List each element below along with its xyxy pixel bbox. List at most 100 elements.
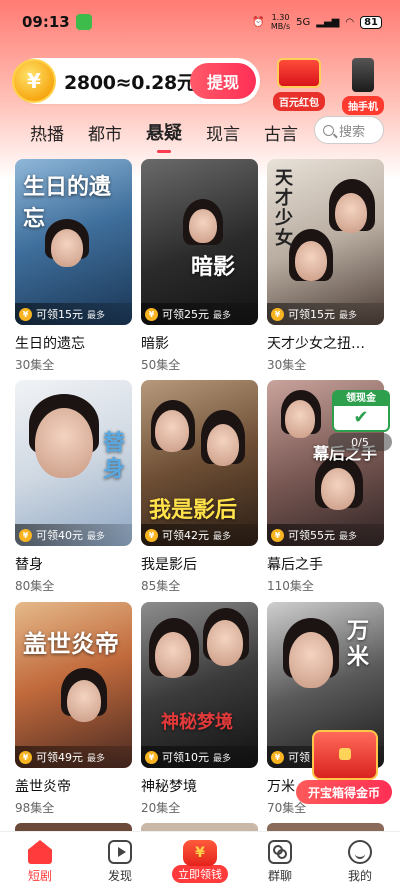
drama-card[interactable]: 替身 ¥ 可领40元 最多 替身 80集全 [15,380,132,594]
battery-indicator: 81 [360,15,382,29]
nav-short-drama[interactable]: 短剧 [0,832,80,889]
drama-title: 生日的遗忘 [15,336,85,352]
app-notification-icon [75,14,92,30]
drama-card[interactable]: 我是影后 ¥ 可领42元 最多 我是影后 85集全 [141,380,258,594]
drama-poster[interactable]: 替身 ¥ 可领40元 最多 [15,380,132,546]
poster-title: 生日的遗忘 [23,174,112,232]
home-icon [28,840,52,864]
drama-episodes: 98集全 [15,801,55,815]
coin-icon: ¥ [145,750,158,764]
poster-title: 盖世炎帝 [23,629,119,658]
drama-poster[interactable]: 暗影 ¥ 可领25元 最多 [141,159,258,325]
poster-title: 我是影后 [149,497,238,523]
coin-icon: ¥ [19,528,32,542]
poster-title: 替身 [103,430,126,482]
nav-label: 发现 [107,869,132,883]
nav-group-chat[interactable]: 群聊 [240,832,320,889]
search-icon [323,124,334,136]
status-bar: 09:13 ⏰ 1.30 MB/s 5G ▂▄▆ ◠ 81 [0,0,400,44]
drama-card[interactable]: 神秘梦境 ¥ 可领10元 最多 神秘梦境 20集全 [141,602,258,816]
reward-badge: ¥ 可领40元 最多 [15,524,132,546]
coin-icon: ¥ [19,307,32,321]
drama-poster[interactable]: 天才少女 ¥ 可领15元 最多 [267,159,384,325]
nav-claim-money[interactable]: 立即领钱 [160,832,240,889]
phone-icon [352,58,374,92]
drama-title: 天才少女之扭… [267,336,365,352]
drama-card[interactable]: 盖世炎帝 ¥ 可领49元 最多 盖世炎帝 98集全 [15,602,132,816]
drama-title: 替身 [15,557,43,573]
play-icon [108,840,132,864]
drama-episodes: 30集全 [15,358,55,372]
drama-episodes: 30集全 [267,358,307,372]
cash-reward-widget[interactable]: 领现金 ✔ [332,390,390,432]
nav-label: 群聊 [267,869,292,883]
cash-reward-label: 领现金 [334,392,388,406]
drama-episodes: 50集全 [141,358,181,372]
signal-label: 5G [296,16,311,28]
poster-title: 暗影 [191,254,236,280]
drama-card[interactable]: 生日的遗忘 ¥ 可领15元 最多 生日的遗忘 30集全 [15,159,132,373]
search-input[interactable]: 搜索 [314,116,384,144]
withdraw-button[interactable]: 提现 [190,63,256,99]
promo-phone-lottery[interactable]: 抽手机 [334,58,392,115]
drama-poster[interactable]: 生日的遗忘 ¥ 可领15元 最多 [15,159,132,325]
nav-me[interactable]: 我的 [320,832,400,889]
nav-label: 我的 [347,869,372,883]
promo-red-packet[interactable]: 百元红包 [270,58,328,111]
drama-title: 幕后之手 [267,557,323,573]
drama-poster[interactable]: 神秘梦境 ¥ 可领10元 最多 [141,602,258,768]
promo-label: 抽手机 [342,96,384,115]
reward-badge: ¥ 可领25元 最多 [141,303,258,325]
reward-badge: ¥ 可领55元 最多 [267,524,384,546]
red-packet-icon [277,58,321,88]
gold-coin-icon: ¥ [12,59,56,103]
poster-title: 万米 [347,618,370,670]
tab-ancient-romance[interactable]: 古言 [264,120,298,145]
reward-progress: 0/5 [328,433,392,451]
drama-card[interactable]: 天才少女 ¥ 可领15元 最多 天才少女之扭… 30集全 [267,159,384,373]
drama-poster[interactable]: 盖世炎帝 ¥ 可领49元 最多 [15,602,132,768]
poster-title: 神秘梦境 [161,712,233,733]
coin-icon: ¥ [271,528,284,542]
smiley-icon [348,840,372,864]
reward-badge: ¥ 可领15元 最多 [267,303,384,325]
tab-hot[interactable]: 热播 [30,120,64,145]
reward-badge: ¥ 可领15元 最多 [15,303,132,325]
search-placeholder: 搜索 [339,124,366,140]
bottom-navigation: 短剧 发现 立即领钱 群聊 我的 [0,831,400,889]
signal-icon: ▂▄▆ [316,16,340,28]
status-time: 09:13 [22,13,70,31]
tab-urban[interactable]: 都市 [88,120,122,145]
coin-icon: ¥ [19,750,32,764]
coin-icon: ¥ [145,307,158,321]
red-packet-icon [183,840,217,866]
poster-title: 天才少女 [275,168,293,249]
coin-icon: ¥ [145,528,158,542]
drama-episodes: 20集全 [141,801,181,815]
coin-icon: ¥ [271,750,284,764]
coin-amount: 2800≈0.28元 [64,71,196,94]
reward-badge: ¥ 可领42元 最多 [141,524,258,546]
drama-poster[interactable]: 我是影后 ¥ 可领42元 最多 [141,380,258,546]
tab-suspense[interactable]: 悬疑 [146,119,182,145]
drama-episodes: 80集全 [15,579,55,593]
drama-title: 盖世炎帝 [15,779,71,795]
tab-modern-romance[interactable]: 现言 [206,120,240,145]
reward-badge: ¥ 可领10元 最多 [141,746,258,768]
drama-episodes: 110集全 [267,579,314,593]
nav-label: 短剧 [27,869,52,883]
nav-discover[interactable]: 发现 [80,832,160,889]
net-speed: 1.30 MB/s [270,13,291,31]
reward-badge: ¥ 可领49元 最多 [15,746,132,768]
group-chat-icon [268,840,292,864]
treasure-chest-icon[interactable] [312,730,378,780]
open-chest-button[interactable]: 开宝箱得金币 [296,780,392,804]
coin-icon: ¥ [271,307,284,321]
drama-title: 暗影 [141,336,169,352]
drama-episodes: 85集全 [141,579,181,593]
check-icon: ✔ [353,407,369,428]
coin-balance-bar[interactable]: ¥ 2800≈0.28元 提现 [12,58,260,104]
category-tabs: 热播 都市 悬疑 现言 古言 搜索 [0,116,400,148]
drama-card[interactable]: 暗影 ¥ 可领25元 最多 暗影 50集全 [141,159,258,373]
promo-label: 百元红包 [273,92,325,111]
